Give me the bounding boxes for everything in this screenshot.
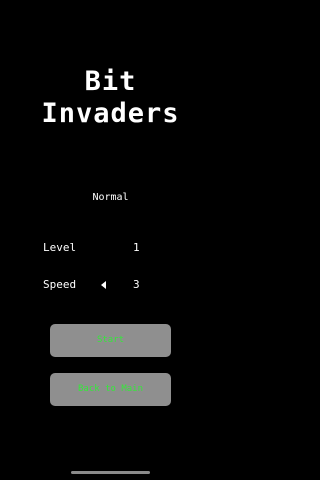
start-button[interactable]: Start bbox=[50, 324, 171, 357]
speed-label: Speed bbox=[43, 278, 77, 291]
back-to-main-button[interactable]: Back to Main bbox=[50, 373, 171, 406]
difficulty-selector[interactable]: Normal bbox=[0, 192, 221, 204]
speed-setting-row: Speed 3 bbox=[0, 278, 221, 292]
speed-decrease-icon[interactable] bbox=[101, 281, 106, 289]
level-value: 1 bbox=[133, 241, 140, 254]
game-title-line-1: Bit bbox=[84, 66, 137, 97]
game-title-line-2: Invaders bbox=[41, 98, 180, 129]
level-label: Level bbox=[43, 241, 77, 254]
speed-value: 3 bbox=[133, 278, 140, 291]
level-setting-row: Level 1 bbox=[0, 241, 221, 255]
home-indicator[interactable] bbox=[71, 471, 150, 474]
